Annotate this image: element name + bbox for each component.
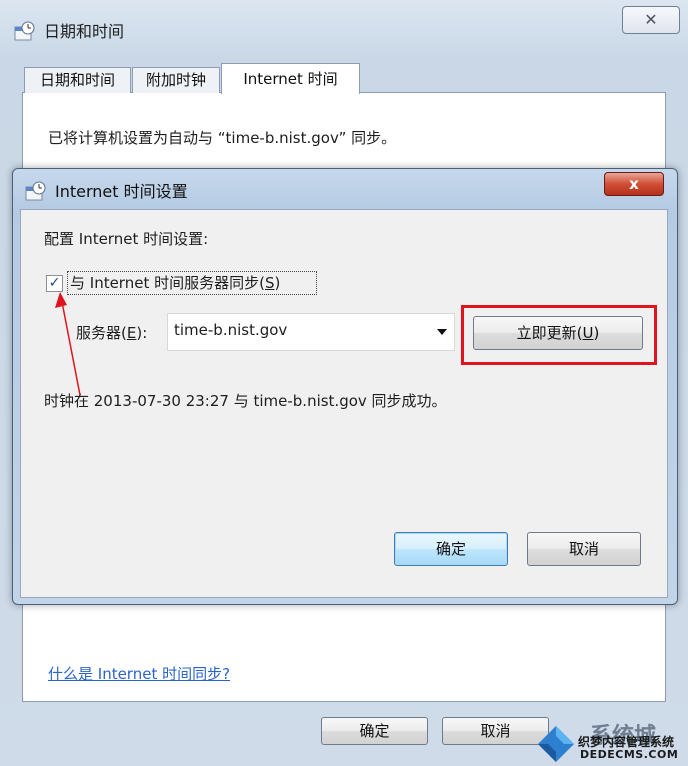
outer-ok-button[interactable]: 确定 [321,717,428,745]
tab-additional-clocks[interactable]: 附加时钟 [132,67,220,93]
inner-cancel-button[interactable]: 取消 [527,532,641,566]
dropdown-arrow-icon[interactable] [437,329,447,335]
tab-date-time[interactable]: 日期和时间 [24,67,131,93]
watermark-line2: DEDECMS.COM [580,748,679,761]
dialog-title: 日期和时间 [44,22,125,41]
config-heading: 配置 Internet 时间设置: [44,230,209,248]
tab-internet-time[interactable]: Internet 时间 [221,63,360,94]
sync-checkbox-label[interactable]: 与 Internet 时间服务器同步(S) [70,272,280,293]
close-button[interactable]: x [604,172,664,196]
date-time-icon [14,21,35,41]
help-link[interactable]: 什么是 Internet 时间同步? [48,663,230,684]
close-button[interactable]: ✕ [622,6,680,34]
annotation-arrow-icon [55,292,81,396]
inner-dialog-title: Internet 时间设置 [55,182,188,201]
sync-status: 时钟在 2013-07-30 23:27 与 time-b.nist.gov 同… [44,392,447,410]
inner-ok-button[interactable]: 确定 [394,532,508,566]
sync-description: 已将计算机设置为自动与 “time-b.nist.gov” 同步。 [48,129,397,147]
server-value[interactable]: time-b.nist.gov [174,321,287,339]
date-time-icon [25,181,46,201]
highlight-box [461,305,657,365]
